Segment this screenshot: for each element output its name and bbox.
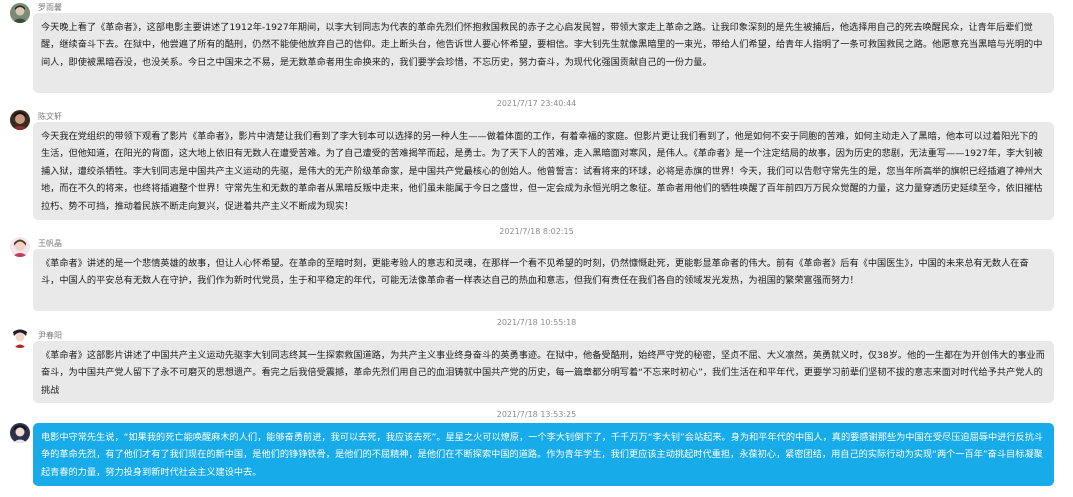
avatar-photo-icon[interactable] (10, 328, 30, 348)
message-bubble: 电影中守常先生说，“如果我的死亡能唤醒麻木的人们，能够奋勇前进，我可以去死，我应… (33, 423, 1054, 486)
avatar-photo-icon[interactable] (10, 3, 30, 23)
avatar-photo-icon (10, 423, 30, 443)
message-timestamp: 2021/7/18 13:53:25 (496, 410, 577, 419)
message-bubble: 《革命者》讲述的是一个悲情英雄的故事，但让人心怀希望。在革命的至暗时刻，更能考验… (33, 249, 1054, 311)
sender-name: 陈文轩 (38, 112, 62, 121)
message-timestamp: 2021/7/17 23:40:44 (496, 99, 577, 108)
avatar-photo-icon[interactable] (10, 423, 30, 443)
avatar-photo-icon (10, 237, 30, 257)
message-bubble: 今天晚上看了《革命者》，这部电影主要讲述了1912年-1927年期间，以李大钊同… (33, 13, 1054, 93)
sender-name: 尹春阳 (38, 331, 62, 340)
sender-name: 王帆晶 (38, 239, 62, 248)
message-bubble: 今天我在党组织的带领下观看了影片《革命者》，影片中清楚让我们看到了李大钊本可以选… (33, 122, 1054, 220)
avatar-photo-icon[interactable] (10, 237, 30, 257)
message-timestamp: 2021/7/18 8:02:15 (499, 227, 574, 236)
avatar-photo-icon (10, 110, 30, 130)
sender-name: 罗雨馨 (38, 3, 62, 12)
message-bubble: 《革命者》这部影片讲述了中国共产主义运动先驱李大钊同志终其一生探索救国道路，为共… (33, 341, 1054, 403)
avatar-photo-icon (10, 3, 30, 23)
message-timestamp: 2021/7/18 10:55:18 (496, 318, 577, 327)
chat-history: 罗雨馨 今天晚上看了《革命者》，这部电影主要讲述了1912年-1927年期间，以… (0, 0, 1073, 497)
avatar-photo-icon[interactable] (10, 110, 30, 130)
avatar-photo-icon (10, 328, 30, 348)
